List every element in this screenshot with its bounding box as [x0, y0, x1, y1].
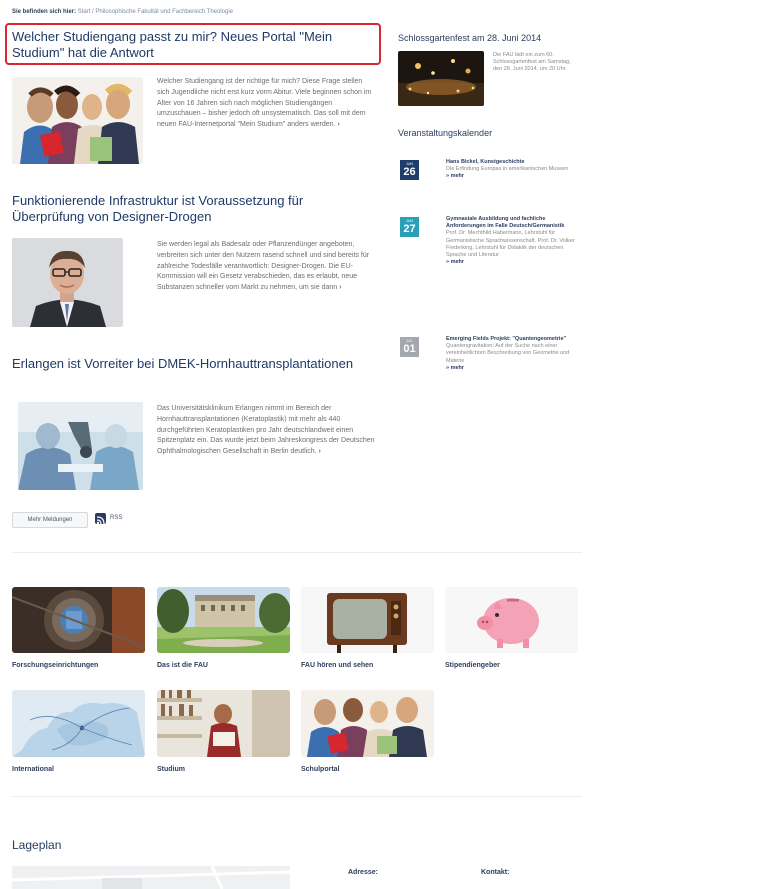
- news-text: Welcher Studiengang ist der richtige für…: [157, 77, 375, 131]
- event-item: Hans Bickel, Kunstgeschichte Die Erfindu…: [446, 159, 582, 179]
- news-title[interactable]: Funktionierende Infrastruktur ist Voraus…: [12, 193, 376, 225]
- breadcrumb-separator: /: [92, 9, 94, 15]
- section-divider: [12, 552, 582, 553]
- event-title[interactable]: Hans Bickel, Kunstgeschichte: [446, 159, 582, 166]
- contact-label: Kontakt:: [481, 869, 510, 876]
- tile-image-students[interactable]: [301, 690, 434, 757]
- calendar-title: Veranstaltungskalender: [398, 128, 493, 138]
- tile-label[interactable]: Schulportal: [301, 766, 340, 773]
- event-text: Die Erfindung Europas in amerikanischen …: [446, 166, 569, 173]
- address-label: Adresse:: [348, 869, 378, 876]
- event-title[interactable]: Emerging Fields Projekt: "Quantengeometr…: [446, 336, 582, 343]
- event-date-badge: JUN 27: [400, 217, 419, 237]
- news-more-link[interactable]: ›: [318, 448, 320, 455]
- tile-image-piggy-bank[interactable]: [445, 587, 578, 653]
- tile-label[interactable]: Forschungseinrichtungen: [12, 662, 98, 669]
- event-text: Prof. Dr. Mechthild Habermann, Lehrstuhl…: [446, 230, 575, 259]
- breadcrumb-prefix: Sie befinden sich hier:: [12, 9, 77, 15]
- tile-label[interactable]: FAU hören und sehen: [301, 662, 373, 669]
- news-more-link[interactable]: ›: [339, 284, 341, 291]
- event-more-link[interactable]: » mehr: [446, 365, 582, 371]
- news-image-portrait[interactable]: [12, 238, 123, 327]
- event-day: 27: [403, 223, 416, 235]
- feature-title[interactable]: Schlossgartenfest am 28. Juni 2014: [398, 33, 583, 43]
- tile-label[interactable]: International: [12, 766, 54, 773]
- tile-image-research[interactable]: [12, 587, 145, 653]
- breadcrumb-home-link[interactable]: Start: [78, 9, 91, 15]
- event-date-badge: JUN 26: [400, 160, 419, 180]
- news-text: Das Universitätsklinikum Erlangen nimmt …: [157, 404, 379, 458]
- rss-label[interactable]: RSS: [110, 515, 122, 521]
- tile-label[interactable]: Studium: [157, 766, 185, 773]
- tile-image-library[interactable]: [157, 690, 290, 757]
- news-text-content: Das Universitätsklinikum Erlangen nimmt …: [157, 405, 375, 456]
- location-map[interactable]: [12, 866, 290, 889]
- event-day: 26: [403, 166, 416, 178]
- news-image-surgery[interactable]: [18, 402, 143, 490]
- more-news-button[interactable]: Mehr Meldungen: [12, 512, 88, 528]
- news-text-content: Sie werden legal als Badesalz oder Pflan…: [157, 241, 370, 292]
- news-text: Sie werden legal als Badesalz oder Pflan…: [157, 240, 375, 294]
- news-more-link[interactable]: ›: [337, 121, 339, 128]
- feature-text: Die FAU lädt ein zum 60. Schlossgartenfe…: [493, 52, 571, 73]
- news-title[interactable]: Erlangen ist Vorreiter bei DMEK-Hornhaut…: [12, 356, 376, 372]
- event-more-link[interactable]: » mehr: [446, 173, 582, 179]
- feature-image-fireworks[interactable]: [398, 51, 484, 106]
- news-title[interactable]: Welcher Studiengang passt zu mir? Neues …: [12, 29, 376, 61]
- tile-label[interactable]: Das ist die FAU: [157, 662, 208, 669]
- event-item: Emerging Fields Projekt: "Quantengeometr…: [446, 336, 582, 371]
- event-text: Quantengravitation: Auf der Suche nach e…: [446, 343, 570, 364]
- tile-image-tv[interactable]: [301, 587, 434, 653]
- event-date-badge: JUL 01: [400, 337, 419, 357]
- breadcrumb: Sie befinden sich hier: Start / Philosop…: [12, 9, 233, 15]
- map-section-title: Lageplan: [12, 838, 62, 852]
- tile-image-castle[interactable]: [157, 587, 290, 653]
- event-item: Gymnasiale Ausbildung und fachliche Anfo…: [446, 216, 582, 265]
- event-more-link[interactable]: » mehr: [446, 259, 582, 265]
- section-divider: [12, 796, 582, 797]
- breadcrumb-current: Philosophische Fakultät und Fachbereich …: [95, 9, 234, 15]
- tile-image-europe-map[interactable]: [12, 690, 145, 757]
- rss-icon[interactable]: [95, 513, 106, 525]
- event-title[interactable]: Gymnasiale Ausbildung und fachliche Anfo…: [446, 216, 582, 230]
- tile-label[interactable]: Stipendiengeber: [445, 662, 500, 669]
- news-image-students[interactable]: [12, 77, 143, 164]
- event-day: 01: [403, 343, 416, 355]
